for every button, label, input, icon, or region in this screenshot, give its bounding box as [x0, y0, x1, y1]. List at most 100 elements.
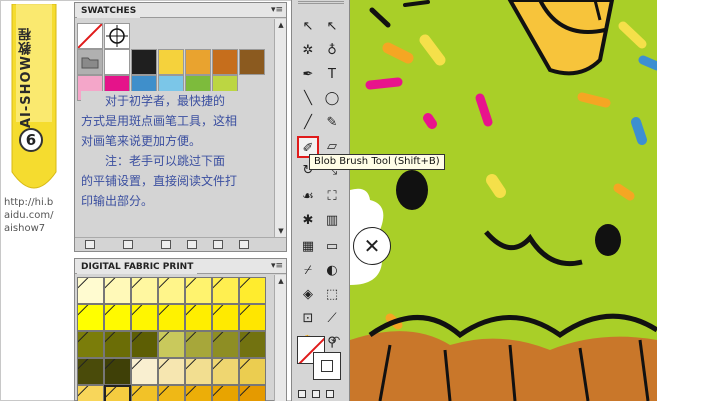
- pencil-tool-icon[interactable]: ✎: [321, 112, 343, 134]
- fabric-swatch[interactable]: [212, 358, 239, 385]
- swap-fill-stroke-icon[interactable]: ↶: [331, 334, 340, 347]
- panel-menu-icon[interactable]: ▾≡: [271, 261, 283, 271]
- swatch-yellow[interactable]: [158, 49, 184, 75]
- instructions-line-1: 对于初学者，最快捷的: [105, 94, 226, 108]
- fill-stroke-widget: ↶: [297, 334, 345, 382]
- symbol-sprayer-tool-icon[interactable]: ✱: [297, 210, 319, 232]
- magic-wand-tool-icon[interactable]: ✲: [297, 40, 319, 62]
- gradient-tool-icon[interactable]: ▭: [321, 236, 343, 258]
- fabric-swatch[interactable]: [185, 277, 212, 304]
- artboard-canvas[interactable]: ✕: [350, 0, 657, 401]
- site-url-line-1: http://hi.b: [4, 197, 54, 208]
- gradient-mode-icon[interactable]: [312, 390, 320, 398]
- swatch-orange[interactable]: [185, 49, 211, 75]
- fabric-swatch[interactable]: [239, 358, 266, 385]
- fabric-swatch[interactable]: [77, 385, 104, 401]
- right-margin: [657, 0, 701, 401]
- fabric-swatch[interactable]: [158, 277, 185, 304]
- fabric-swatch[interactable]: [104, 358, 131, 385]
- fabric-swatch[interactable]: [77, 304, 104, 331]
- fabric-swatch[interactable]: [104, 304, 131, 331]
- instructions-line-3: 对画笔来说更加方便。: [81, 134, 202, 148]
- lasso-tool-icon[interactable]: ♁: [321, 40, 343, 62]
- swatch-black[interactable]: [131, 49, 157, 75]
- fabric-swatch[interactable]: [185, 304, 212, 331]
- scroll-up-arrow-icon[interactable]: ▲: [276, 20, 286, 30]
- warp-tool-icon[interactable]: ☙: [297, 186, 319, 208]
- stroke-swatch[interactable]: [313, 352, 341, 380]
- artboard-tool-icon[interactable]: ⊡: [297, 308, 319, 330]
- fabric-swatch[interactable]: [239, 304, 266, 331]
- fabric-swatch[interactable]: [104, 277, 131, 304]
- fabric-swatch[interactable]: [185, 385, 212, 401]
- swatches-tab[interactable]: SWATCHES: [77, 4, 141, 18]
- new-swatch-icon[interactable]: [213, 240, 223, 249]
- panel-menu-icon[interactable]: ▾≡: [271, 5, 283, 15]
- column-graph-tool-icon[interactable]: ▥: [321, 210, 343, 232]
- live-paint-selection-tool-icon[interactable]: ⬚: [321, 284, 343, 306]
- pen-tool-icon[interactable]: ✒: [297, 64, 319, 86]
- fabric-swatch[interactable]: [131, 358, 158, 385]
- swatch-libraries-icon[interactable]: [85, 240, 95, 249]
- fabric-swatch[interactable]: [104, 331, 131, 358]
- delete-swatch-icon[interactable]: [239, 240, 249, 249]
- scroll-up-arrow-icon[interactable]: ▲: [276, 276, 286, 286]
- swatch-brown[interactable]: [239, 49, 265, 75]
- fabric-swatch[interactable]: [131, 385, 158, 401]
- swatch-white[interactable]: [104, 49, 130, 75]
- ellipse-tool-icon[interactable]: ◯: [321, 88, 343, 110]
- fabric-swatch[interactable]: [239, 277, 266, 304]
- fabric-swatch[interactable]: [212, 331, 239, 358]
- swatch-folder[interactable]: [77, 49, 103, 75]
- eyedropper-tool-icon[interactable]: ⌿: [297, 260, 319, 282]
- type-tool-icon[interactable]: T: [321, 64, 343, 86]
- cupcake-artwork: [350, 0, 657, 401]
- tool-tooltip: Blob Brush Tool (Shift+B): [309, 154, 445, 170]
- live-paint-bucket-tool-icon[interactable]: ◈: [297, 284, 319, 306]
- fabric-scrollbar[interactable]: ▲: [274, 275, 286, 401]
- fabric-swatch[interactable]: [77, 331, 104, 358]
- fabric-swatch[interactable]: [158, 331, 185, 358]
- swatches-panel-titlebar: SWATCHES ▾≡: [75, 3, 286, 18]
- fabric-swatch[interactable]: [185, 358, 212, 385]
- fabric-swatch[interactable]: [77, 277, 104, 304]
- blend-tool-icon[interactable]: ◐: [321, 260, 343, 282]
- free-transform-tool-icon[interactable]: ⛶: [321, 186, 343, 208]
- fabric-swatch[interactable]: [131, 331, 158, 358]
- fabric-swatch[interactable]: [77, 358, 104, 385]
- fabric-swatch[interactable]: [239, 385, 266, 401]
- new-color-group-icon[interactable]: [187, 240, 197, 249]
- fabric-swatch[interactable]: [158, 385, 185, 401]
- color-mode-icon[interactable]: [298, 390, 306, 398]
- swatch-options-icon[interactable]: [161, 240, 171, 249]
- toolbar-grip[interactable]: [298, 1, 344, 4]
- fabric-swatch[interactable]: [185, 331, 212, 358]
- direct-selection-tool-icon[interactable]: ↖: [321, 16, 343, 38]
- fabric-swatch[interactable]: [104, 385, 131, 401]
- fabric-swatch[interactable]: [212, 304, 239, 331]
- swatch-registration[interactable]: [104, 23, 130, 49]
- fabric-swatch[interactable]: [212, 385, 239, 401]
- line-tool-icon[interactable]: ╲: [297, 88, 319, 110]
- fabric-swatch[interactable]: [212, 277, 239, 304]
- scroll-down-arrow-icon[interactable]: ▼: [276, 226, 286, 236]
- swatches-scrollbar[interactable]: ▲ ▼: [274, 19, 286, 237]
- fabric-swatch[interactable]: [131, 304, 158, 331]
- site-url-line-3: aishow7: [4, 223, 46, 234]
- fabric-swatch[interactable]: [239, 331, 266, 358]
- fabric-print-tab[interactable]: DIGITAL FABRIC PRINT: [77, 260, 198, 274]
- none-mode-icon[interactable]: [326, 390, 334, 398]
- fabric-swatch[interactable]: [131, 277, 158, 304]
- show-swatch-kinds-icon[interactable]: [123, 240, 133, 249]
- mesh-tool-icon[interactable]: ▦: [297, 236, 319, 258]
- slice-tool-icon[interactable]: ⟋: [321, 308, 343, 330]
- fabric-swatch[interactable]: [158, 304, 185, 331]
- paintbrush-tool-icon[interactable]: ╱: [297, 112, 319, 134]
- swatches-instructions: 对于初学者，最快捷的 方式是用斑点画笔工具，这相 对画笔来说更加方便。 注：老手…: [81, 91, 271, 236]
- swatch-none[interactable]: [77, 23, 103, 49]
- fabric-swatch[interactable]: [158, 358, 185, 385]
- selection-tool-icon[interactable]: ↖: [297, 16, 319, 38]
- swatch-dark-orange[interactable]: [212, 49, 238, 75]
- banner-step-number: 6: [19, 128, 43, 152]
- instructions-line-5: 的平铺设置，直接阅读文件打: [81, 174, 238, 188]
